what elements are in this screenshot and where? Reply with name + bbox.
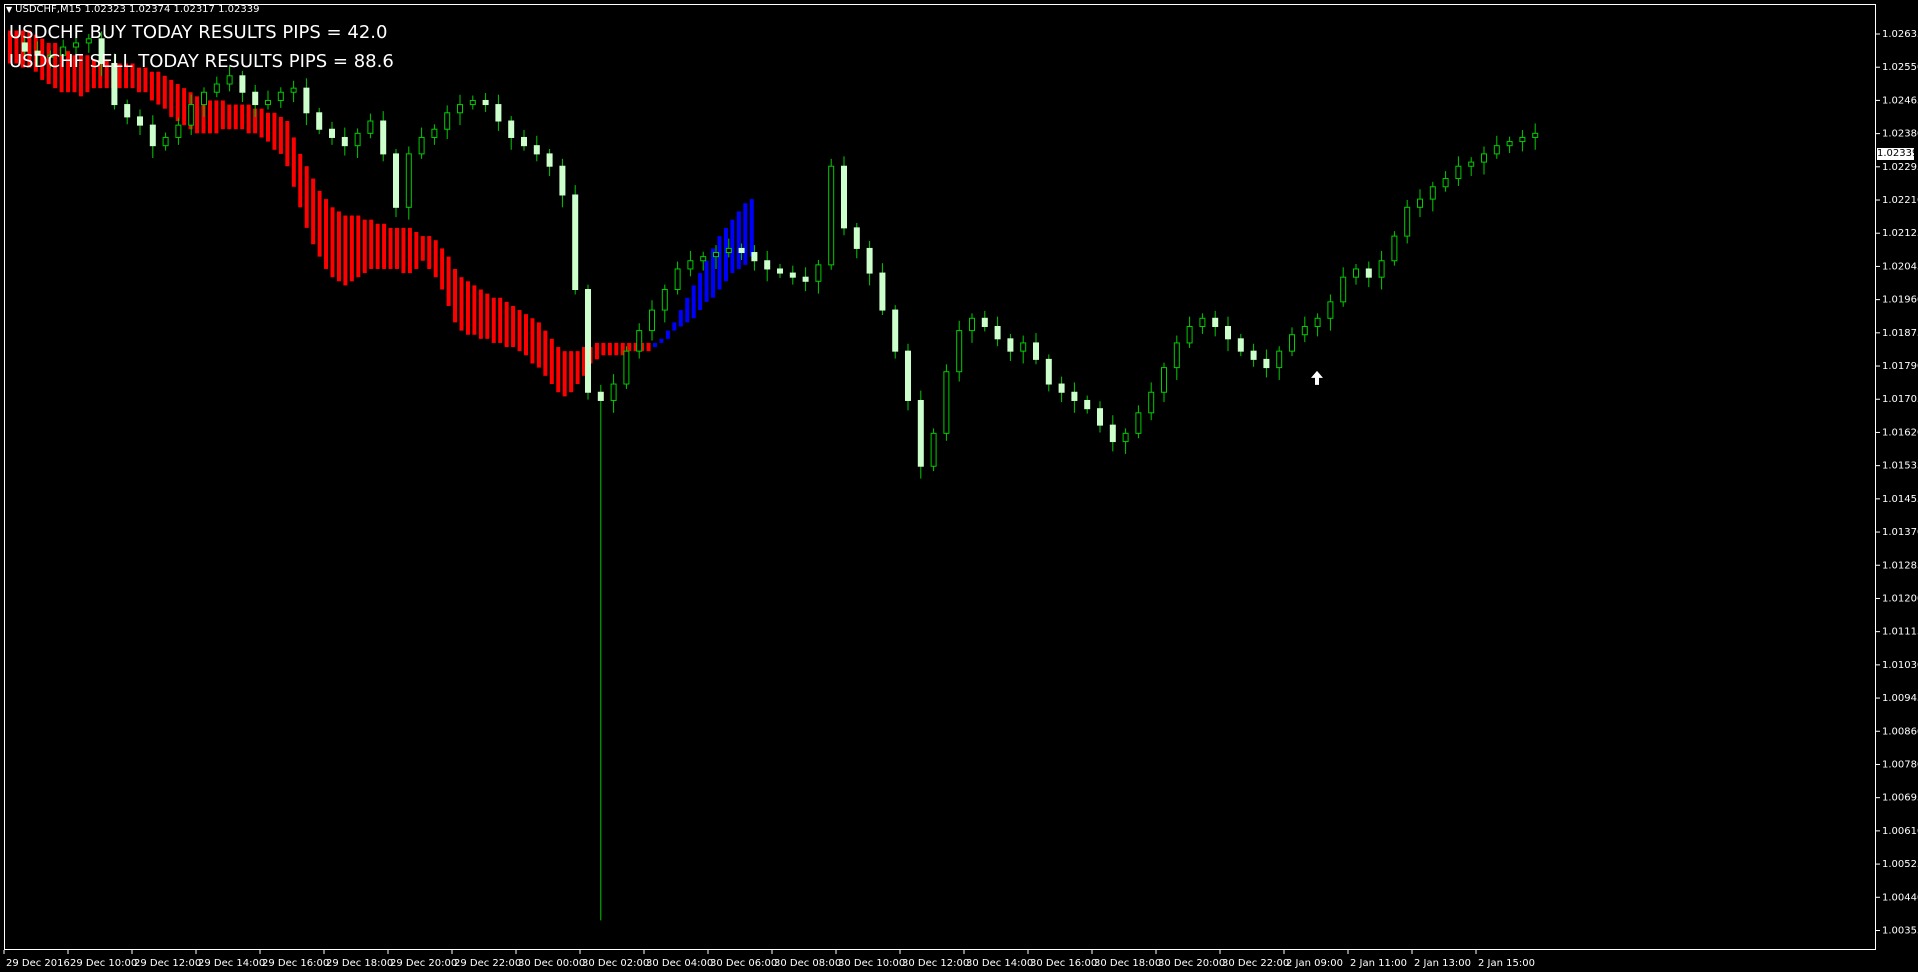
y-tick-label: 1.01960 — [1882, 295, 1918, 306]
symbol-info: ▼ USDCHF,M15 1.02323 1.02374 1.02317 1.02… — [6, 4, 259, 16]
x-tick-label: 30 Dec 06:00 — [710, 958, 777, 969]
x-tick-label: 29 Dec 2016 — [6, 958, 70, 969]
x-tick-label: 30 Dec 04:00 — [646, 958, 713, 969]
current-price-label: 1.02339 — [1877, 148, 1918, 160]
y-tick-label: 1.00945 — [1882, 693, 1918, 704]
y-tick-label: 1.01705 — [1882, 394, 1918, 405]
y-tick-label: 1.00695 — [1882, 793, 1918, 804]
y-tick-label: 1.01285 — [1882, 560, 1918, 571]
y-tick-label: 1.02635 — [1882, 29, 1918, 40]
y-tick-label: 1.02295 — [1882, 162, 1918, 173]
x-tick-label: 30 Dec 12:00 — [902, 958, 969, 969]
y-tick-label: 1.01875 — [1882, 328, 1918, 339]
x-tick-label: 29 Dec 10:00 — [70, 958, 137, 969]
y-tick-label: 1.00860 — [1882, 726, 1918, 737]
x-tick-label: 30 Dec 02:00 — [582, 958, 649, 969]
price-axis[interactable]: 1.02635 1.02550 1.02465 1.02380 1.02295 1.022… — [1876, 29, 1918, 936]
x-tick-label: 30 Dec 00:00 — [518, 958, 585, 969]
x-tick-label: 30 Dec 14:00 — [966, 958, 1033, 969]
y-tick-label: 1.01455 — [1882, 494, 1918, 505]
x-tick-label: 29 Dec 18:00 — [326, 958, 393, 969]
y-tick-label: 1.01200 — [1882, 593, 1918, 604]
y-tick-label: 1.01790 — [1882, 361, 1918, 372]
y-tick-label: 1.01030 — [1882, 660, 1918, 671]
sell-results-text: USDCHF SELL TODAY RESULTS PIPS = 88.6 — [9, 51, 394, 72]
y-tick-label: 1.00440 — [1882, 892, 1918, 903]
x-tick-label: 29 Dec 16:00 — [262, 958, 329, 969]
x-tick-label: 30 Dec 22:00 — [1222, 958, 1289, 969]
x-tick-label: 2 Jan 11:00 — [1350, 958, 1407, 969]
chart-window[interactable]: 1.02635 1.02550 1.02465 1.02380 1.02295 1.022… — [0, 0, 1918, 972]
x-tick-label: 30 Dec 20:00 — [1158, 958, 1225, 969]
x-tick-label: 29 Dec 20:00 — [390, 958, 457, 969]
y-tick-label: 1.02380 — [1882, 129, 1918, 140]
y-tick-label: 1.01115 — [1882, 627, 1918, 638]
y-tick-label: 1.00780 — [1882, 759, 1918, 770]
x-tick-label: 29 Dec 14:00 — [198, 958, 265, 969]
y-tick-label: 1.02045 — [1882, 261, 1918, 272]
y-tick-label: 1.01620 — [1882, 427, 1918, 438]
y-tick-label: 1.02465 — [1882, 95, 1918, 106]
x-tick-label: 30 Dec 08:00 — [774, 958, 841, 969]
x-tick-label: 2 Jan 09:00 — [1286, 958, 1343, 969]
x-tick-label: 30 Dec 18:00 — [1094, 958, 1161, 969]
x-tick-label: 29 Dec 22:00 — [454, 958, 521, 969]
y-tick-label: 1.01370 — [1882, 527, 1918, 538]
time-axis[interactable]: 29 Dec 2016 29 Dec 10:0029 Dec 12:0029 De… — [3, 950, 1535, 969]
y-tick-label: 1.02210 — [1882, 195, 1918, 206]
collapse-arrow-icon[interactable]: ▼ — [6, 5, 12, 14]
x-tick-label: 30 Dec 16:00 — [1030, 958, 1097, 969]
x-tick-label: 2 Jan 13:00 — [1414, 958, 1471, 969]
y-tick-label: 1.00525 — [1882, 859, 1918, 870]
y-tick-label: 1.01535 — [1882, 461, 1918, 472]
plot-border — [4, 4, 1876, 950]
x-tick-label: 2 Jan 15:00 — [1478, 958, 1535, 969]
y-tick-label: 1.00355 — [1882, 925, 1918, 936]
symbol-info-text: USDCHF,M15 1.02323 1.02374 1.02317 1.023… — [15, 4, 260, 15]
x-tick-label: 29 Dec 12:00 — [134, 958, 201, 969]
buy-results-text: USDCHF BUY TODAY RESULTS PIPS = 42.0 — [9, 22, 388, 43]
y-tick-label: 1.02550 — [1882, 62, 1918, 73]
y-tick-label: 1.02125 — [1882, 228, 1918, 239]
x-tick-label: 30 Dec 10:00 — [838, 958, 905, 969]
y-tick-label: 1.00610 — [1882, 826, 1918, 837]
